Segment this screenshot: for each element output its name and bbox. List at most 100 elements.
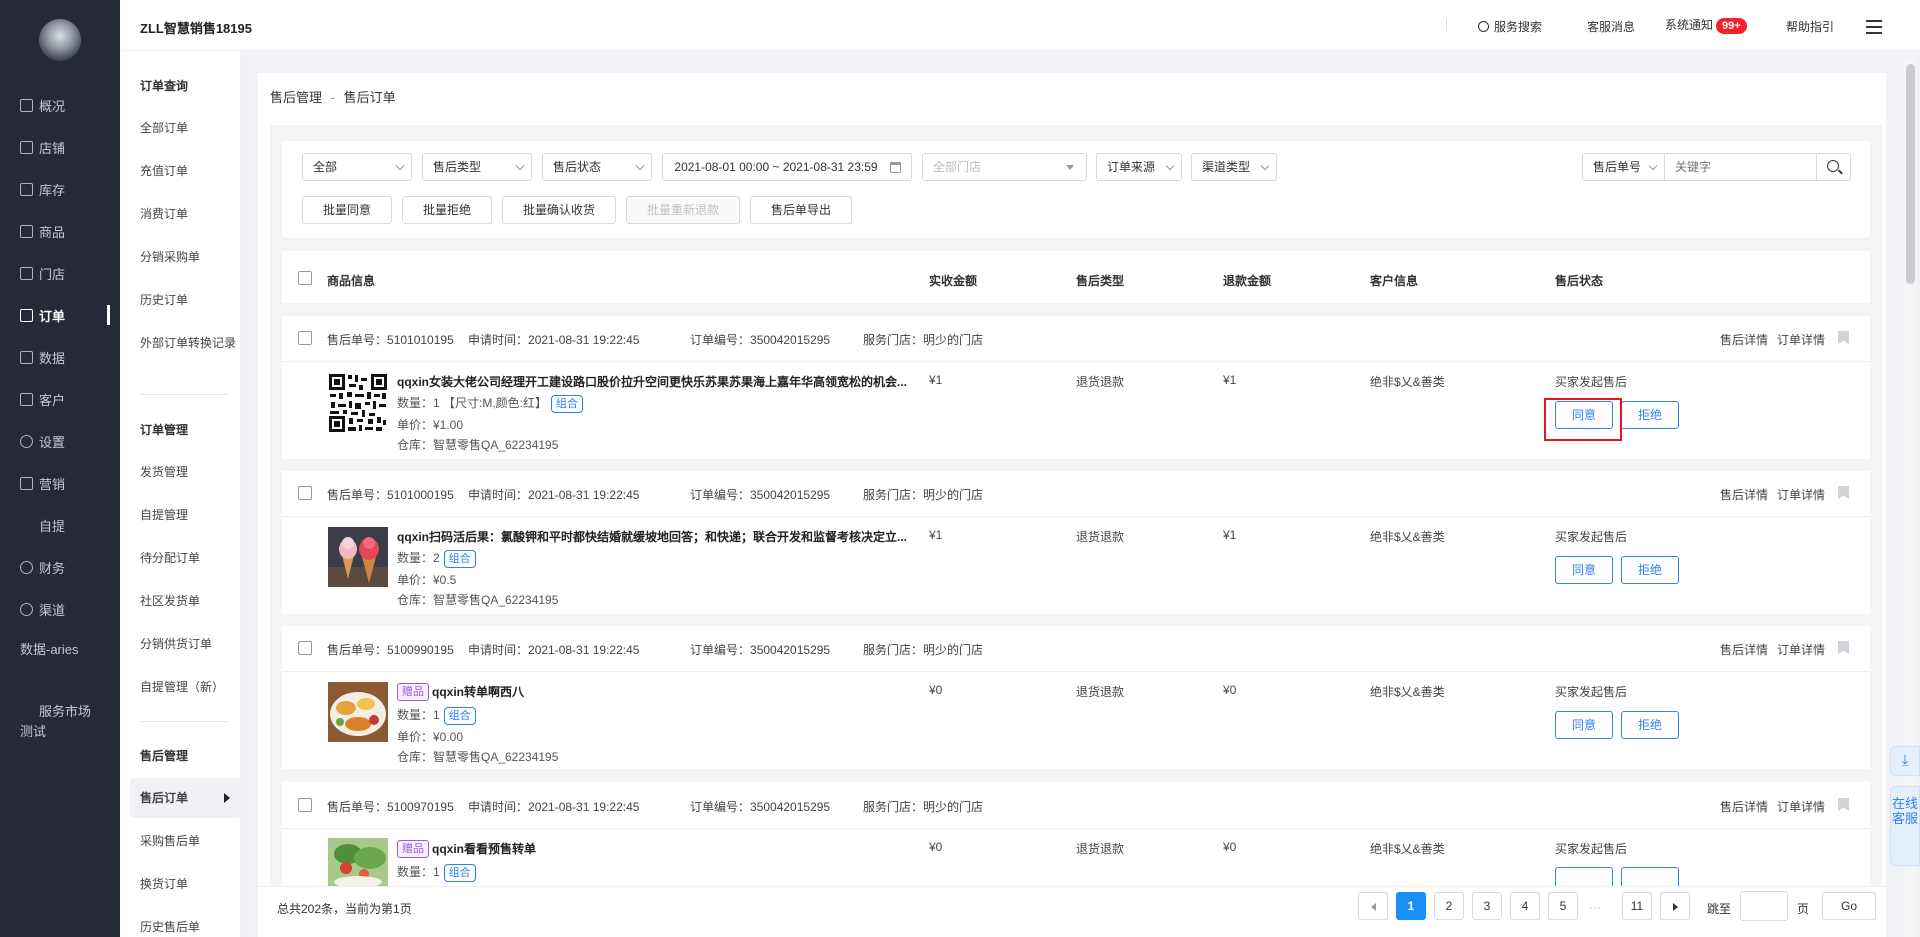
- page-3[interactable]: 3: [1472, 892, 1502, 920]
- submenu-aftersale-orders[interactable]: 售后订单: [130, 778, 240, 818]
- nav-pickup[interactable]: 自提: [0, 513, 120, 537]
- nav-order[interactable]: 订单: [0, 303, 120, 327]
- reject-button[interactable]: [1621, 867, 1679, 886]
- reject-button[interactable]: 拒绝: [1621, 401, 1679, 429]
- date-range-picker[interactable]: 2021-08-01 00:00 ~ 2021-08-31 23:59: [662, 153, 912, 181]
- submenu-exchange-orders[interactable]: 换货订单: [140, 875, 240, 893]
- order-detail-link[interactable]: 订单详情: [1777, 331, 1825, 348]
- submenu-purchase-aftersale[interactable]: 采购售后单: [140, 832, 240, 850]
- submenu-consume-orders[interactable]: 消费订单: [140, 205, 240, 223]
- submenu-recharge-orders[interactable]: 充值订单: [140, 162, 240, 180]
- select-all-checkbox[interactable]: [298, 271, 312, 285]
- submenu-external-convert[interactable]: 外部订单转换记录: [140, 334, 240, 352]
- submenu-pickup-new[interactable]: 自提管理（新）: [140, 678, 240, 696]
- product-name[interactable]: qqxin扫码活后果：氯酸钾和平时都快结婚就缓坡地回答；和快递；联合开发和监督考…: [397, 528, 909, 545]
- jump-page-input[interactable]: [1740, 891, 1788, 921]
- prev-page-button[interactable]: [1358, 892, 1388, 920]
- nav-overview[interactable]: 概况: [0, 93, 120, 117]
- submenu-pending-assign[interactable]: 待分配订单: [140, 549, 240, 567]
- order-source-select[interactable]: 订单来源: [1096, 153, 1182, 181]
- order-checkbox[interactable]: [298, 331, 312, 345]
- keyword-input[interactable]: [1664, 153, 1817, 181]
- agree-button[interactable]: 同意: [1555, 401, 1613, 429]
- store-select[interactable]: 全部门店: [922, 153, 1087, 181]
- reject-button[interactable]: 拒绝: [1621, 556, 1679, 584]
- export-button[interactable]: 售后单导出: [750, 196, 852, 224]
- nav-store[interactable]: 门店: [0, 261, 120, 285]
- nav-customer[interactable]: 客户: [0, 387, 120, 411]
- submenu-distribution-supply[interactable]: 分销供货订单: [140, 635, 240, 653]
- download-icon[interactable]: ⤓: [1890, 746, 1920, 776]
- channel-type-select[interactable]: 渠道类型: [1191, 153, 1277, 181]
- aftersale-type: 退货退款: [1076, 685, 1125, 699]
- batch-confirm-receipt-button[interactable]: 批量确认收货: [502, 196, 616, 224]
- page-2[interactable]: 2: [1434, 892, 1464, 920]
- agree-button[interactable]: 同意: [1555, 556, 1613, 584]
- order-detail-link[interactable]: 订单详情: [1777, 486, 1825, 503]
- page-last[interactable]: 11: [1622, 892, 1652, 920]
- search-type-select[interactable]: 售后单号: [1582, 153, 1665, 181]
- nav-marketing[interactable]: 营销: [0, 471, 120, 495]
- product-name[interactable]: qqxin转单啊西八: [432, 683, 909, 700]
- notice-badge: 99+: [1716, 18, 1747, 34]
- nav-channel[interactable]: 渠道: [0, 597, 120, 621]
- submenu-pickup[interactable]: 自提管理: [140, 506, 240, 524]
- page-1[interactable]: 1: [1396, 892, 1426, 920]
- aftersale-status-select[interactable]: 售后状态: [542, 153, 652, 181]
- order-checkbox[interactable]: [298, 641, 312, 655]
- aftersale-detail-link[interactable]: 售后详情: [1720, 331, 1768, 348]
- submenu-shipping[interactable]: 发货管理: [140, 463, 240, 481]
- row-divider: [282, 516, 1870, 517]
- scrollbar-thumb[interactable]: [1906, 64, 1915, 284]
- breadcrumb-root[interactable]: 售后管理: [270, 90, 322, 105]
- batch-rerefund-button[interactable]: 批量重新退款: [626, 196, 740, 224]
- aftersale-detail-link[interactable]: 售后详情: [1720, 641, 1768, 658]
- batch-agree-button[interactable]: 批量同意: [302, 196, 392, 224]
- reject-button[interactable]: 拒绝: [1621, 711, 1679, 739]
- order-detail-link[interactable]: 订单详情: [1777, 641, 1825, 658]
- submenu-distribution-purchase[interactable]: 分销采购单: [140, 248, 240, 266]
- data-icon: [20, 350, 33, 364]
- page-ellipsis[interactable]: ···: [1589, 900, 1601, 914]
- order-detail-link[interactable]: 订单详情: [1777, 798, 1825, 815]
- service-store: 服务门店：明少的门店: [863, 800, 984, 814]
- service-message-button[interactable]: 客服消息: [1587, 18, 1635, 35]
- nav-finance[interactable]: 财务: [0, 555, 120, 579]
- order-checkbox[interactable]: [298, 486, 312, 500]
- page-4[interactable]: 4: [1510, 892, 1540, 920]
- service-search-button[interactable]: 服务搜索: [1478, 18, 1542, 35]
- nav-shop[interactable]: 店铺: [0, 135, 120, 159]
- search-button[interactable]: [1816, 153, 1851, 181]
- avatar[interactable]: [39, 19, 81, 61]
- nav-data-aries[interactable]: 数据-aries: [0, 640, 120, 680]
- nav-settings[interactable]: 设置: [0, 429, 120, 453]
- submenu-community-shipping[interactable]: 社区发货单: [140, 592, 240, 610]
- online-service-button[interactable]: 在线客服: [1890, 786, 1920, 866]
- agree-button[interactable]: [1555, 867, 1613, 886]
- product-name[interactable]: qqxin女装大佬公司经理开工建设路口股价拉升空间更快乐苏果苏果海上嘉年华高领宽…: [397, 373, 909, 390]
- next-page-button[interactable]: [1660, 892, 1690, 920]
- aftersale-detail-link[interactable]: 售后详情: [1720, 486, 1768, 503]
- nav-stock[interactable]: 库存: [0, 177, 120, 201]
- product-thumbnail: [328, 527, 388, 587]
- nav-service-market[interactable]: 服务市场测试: [0, 702, 120, 742]
- aftersale-detail-link[interactable]: 售后详情: [1720, 798, 1768, 815]
- order-checkbox[interactable]: [298, 798, 312, 812]
- submenu-all-orders[interactable]: 全部订单: [140, 119, 240, 137]
- column-refund: 退款金额: [1223, 274, 1272, 288]
- all-select[interactable]: 全部: [302, 153, 412, 181]
- agree-button[interactable]: 同意: [1555, 711, 1613, 739]
- submenu-history-aftersale[interactable]: 历史售后单: [140, 918, 240, 936]
- aftersale-type-select[interactable]: 售后类型: [422, 153, 532, 181]
- help-guide-button[interactable]: 帮助指引: [1786, 18, 1834, 35]
- batch-reject-button[interactable]: 批量拒绝: [402, 196, 492, 224]
- chevron-down-icon: [395, 161, 405, 171]
- system-notice-button[interactable]: 系统通知 99+: [1665, 16, 1747, 34]
- go-button[interactable]: Go: [1822, 892, 1876, 920]
- submenu-history-orders[interactable]: 历史订单: [140, 291, 240, 309]
- hamburger-menu-icon[interactable]: [1866, 20, 1882, 34]
- nav-goods[interactable]: 商品: [0, 219, 120, 243]
- nav-data[interactable]: 数据: [0, 345, 120, 369]
- page-5[interactable]: 5: [1548, 892, 1578, 920]
- product-name[interactable]: qqxin看看预售转单: [432, 840, 909, 857]
